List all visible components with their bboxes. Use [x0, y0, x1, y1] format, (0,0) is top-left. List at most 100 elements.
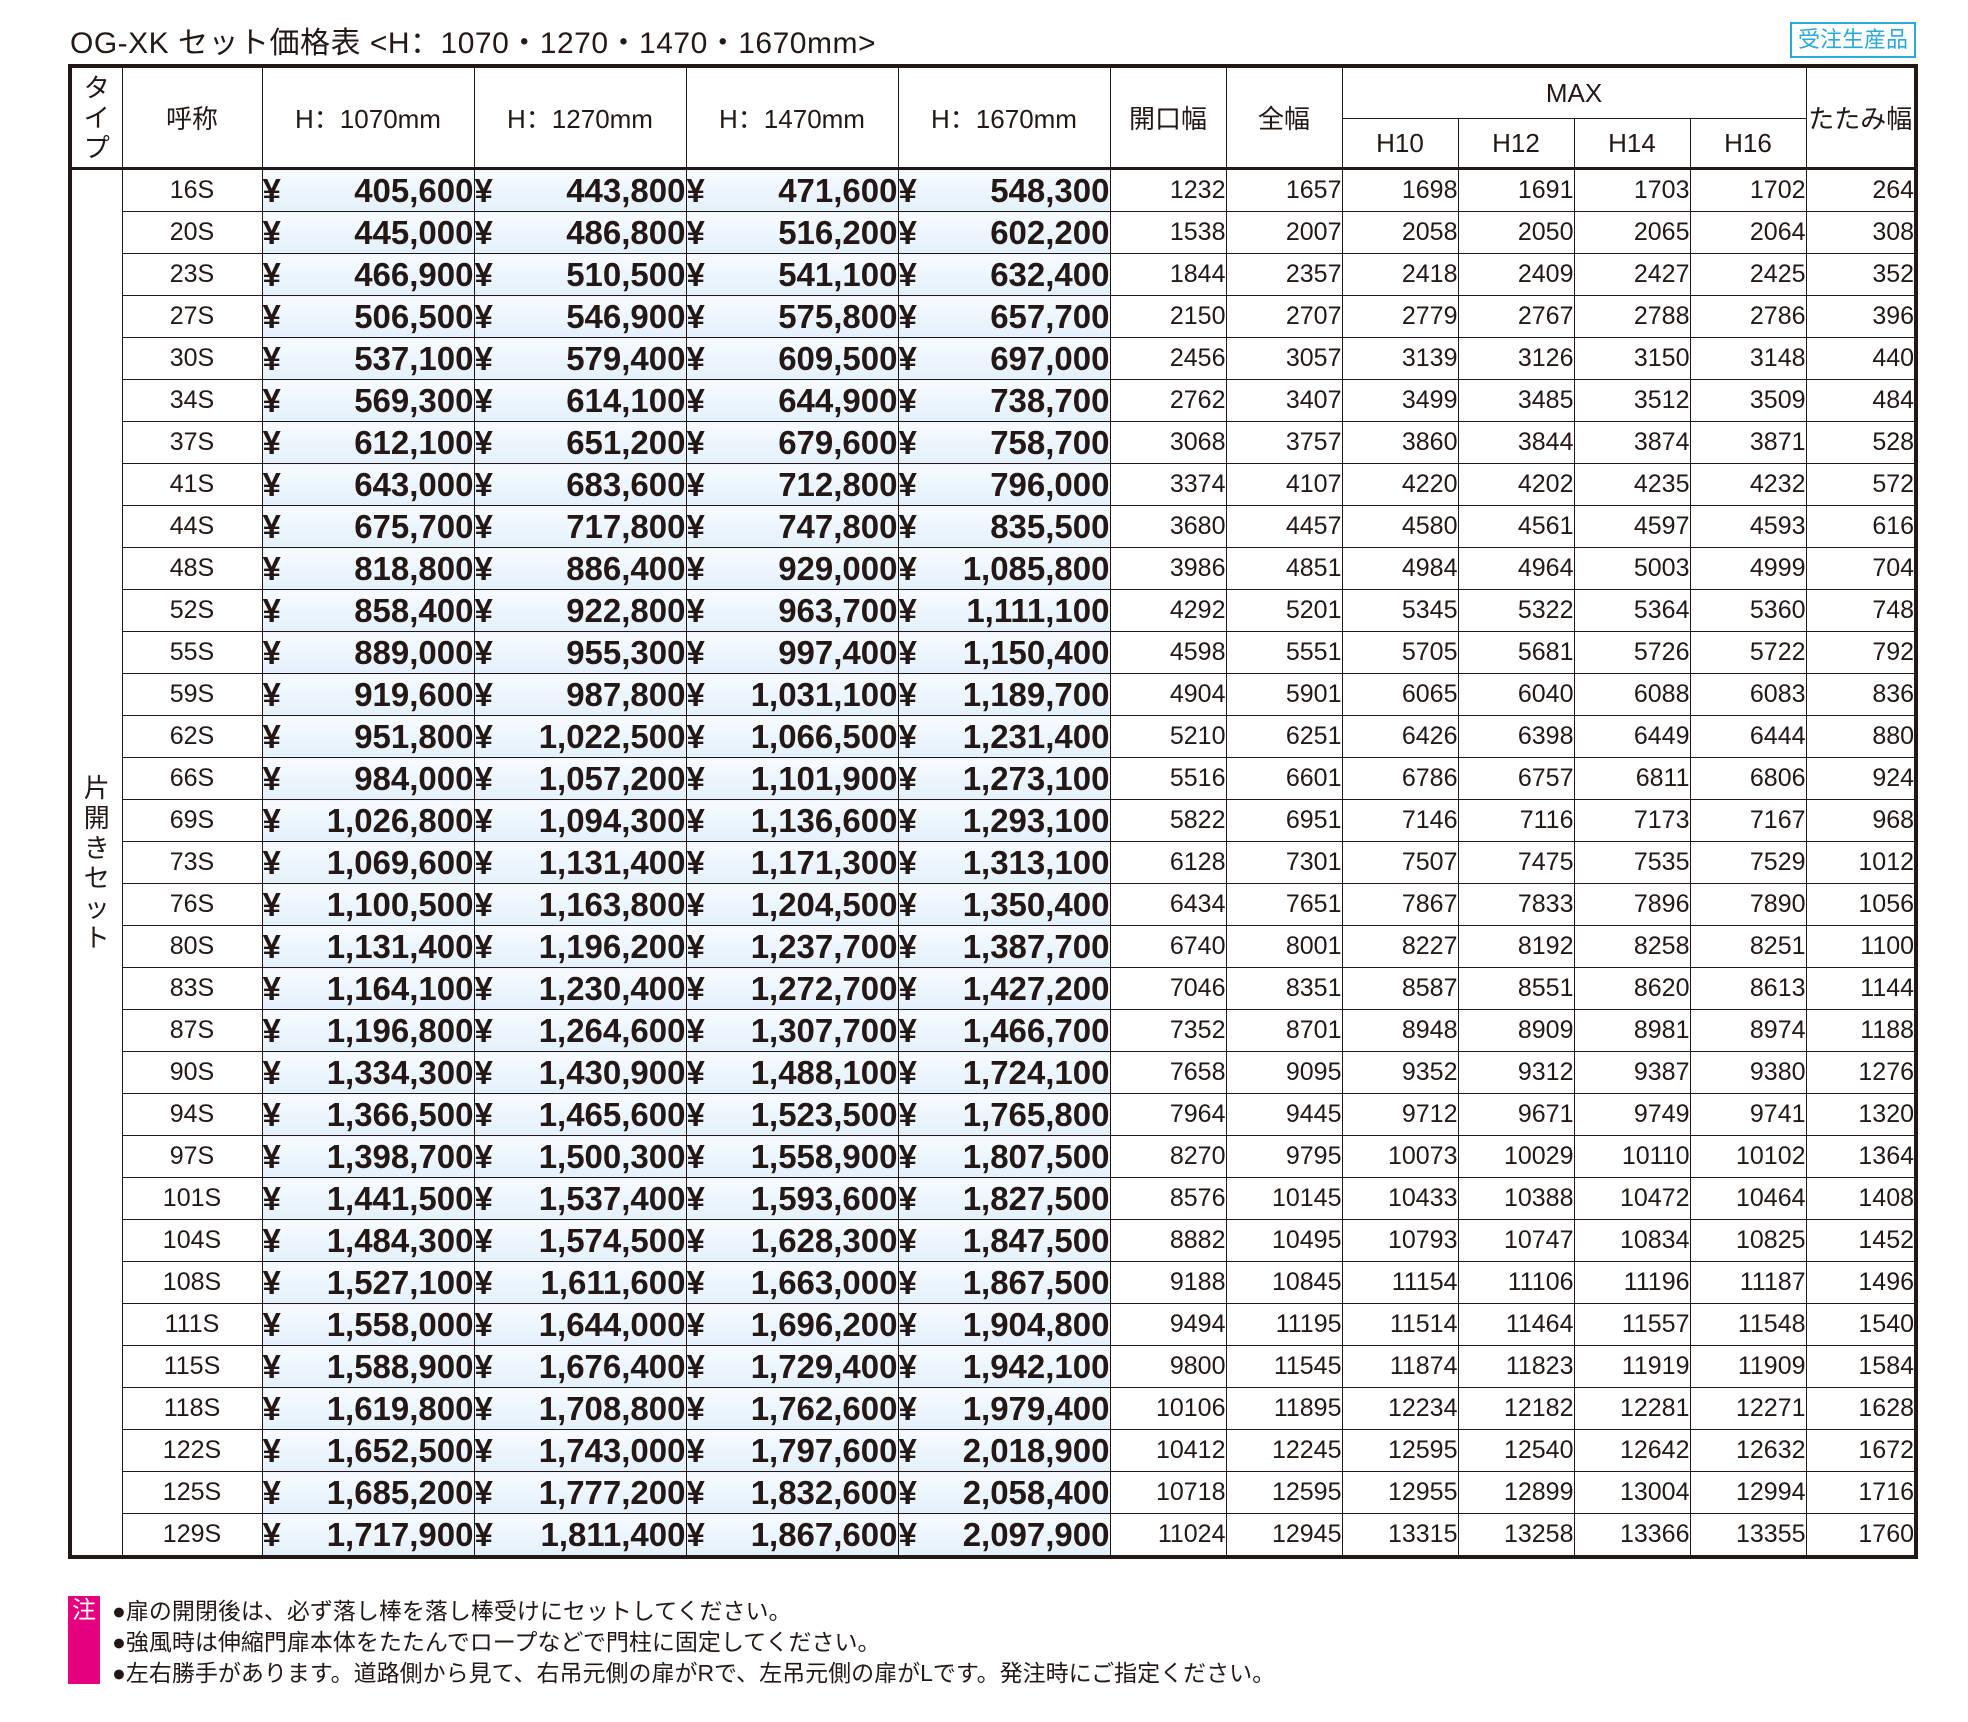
price-value: 1,398,700	[326, 1137, 474, 1175]
price-cell: ¥1,313,100	[897, 841, 1111, 884]
table-row: 66S ¥984,000 ¥1,057,200 ¥1,101,900 ¥1,273,10…	[70, 757, 1917, 800]
max-width-cell: 7535	[1573, 841, 1691, 884]
yen-sign: ¥	[898, 465, 917, 503]
price-cell: ¥1,663,000	[685, 1261, 899, 1304]
price-cell: ¥1,807,500	[897, 1135, 1111, 1178]
price-cell: ¥569,300	[261, 379, 475, 422]
price-value: 1,500,300	[538, 1137, 686, 1175]
price-cell: ¥1,558,900	[685, 1135, 899, 1178]
total-width-cell: 3057	[1225, 337, 1343, 380]
yen-sign: ¥	[898, 171, 917, 209]
total-width-cell: 12245	[1225, 1429, 1343, 1472]
price-value: 835,500	[990, 507, 1110, 545]
model-name: 48S	[121, 547, 263, 590]
max-width-cell: 4964	[1457, 547, 1575, 590]
opening-width-cell: 2762	[1109, 379, 1227, 422]
price-value: 1,189,700	[962, 675, 1110, 713]
fold-width-cell: 264	[1805, 167, 1917, 212]
yen-sign: ¥	[262, 1179, 281, 1217]
price-cell: ¥644,900	[685, 379, 899, 422]
price-value: 510,500	[566, 255, 686, 293]
price-value: 2,097,900	[962, 1515, 1110, 1553]
max-width-cell: 8258	[1573, 925, 1691, 968]
fold-width-cell: 924	[1805, 757, 1917, 800]
table-row: 76S ¥1,100,500 ¥1,163,800 ¥1,204,500 ¥1,350,…	[70, 883, 1917, 926]
total-width-cell: 9795	[1225, 1135, 1343, 1178]
price-value: 579,400	[566, 339, 686, 377]
yen-sign: ¥	[686, 171, 705, 209]
price-cell: ¥579,400	[473, 337, 687, 380]
yen-sign: ¥	[898, 1137, 917, 1175]
total-width-cell: 9095	[1225, 1051, 1343, 1094]
price-cell: ¥1,484,300	[261, 1219, 475, 1262]
price-value: 1,867,600	[750, 1515, 898, 1553]
max-width-cell: 7475	[1457, 841, 1575, 884]
price-cell: ¥1,100,500	[261, 883, 475, 926]
model-name: 118S	[121, 1387, 263, 1430]
price-cell: ¥1,430,900	[473, 1051, 687, 1094]
price-cell: ¥818,800	[261, 547, 475, 590]
price-cell: ¥955,300	[473, 631, 687, 674]
price-value: 569,300	[354, 381, 474, 419]
price-cell: ¥683,600	[473, 463, 687, 506]
max-width-cell: 5722	[1689, 631, 1807, 674]
price-cell: ¥1,619,800	[261, 1387, 475, 1430]
price-value: 1,558,000	[326, 1305, 474, 1343]
price-cell: ¥1,500,300	[473, 1135, 687, 1178]
max-width-cell: 5705	[1341, 631, 1459, 674]
max-width-cell: 7833	[1457, 883, 1575, 926]
max-width-cell: 1702	[1689, 167, 1807, 212]
price-value: 657,700	[990, 297, 1110, 335]
price-table-body: 片開きセット 16S ¥405,600 ¥443,800 ¥471,600 ¥548,30…	[69, 167, 1917, 1558]
price-value: 683,600	[566, 465, 686, 503]
fold-width-cell: 396	[1805, 295, 1917, 338]
yen-sign: ¥	[474, 1347, 493, 1385]
price-cell: ¥2,018,900	[897, 1429, 1111, 1472]
yen-sign: ¥	[898, 381, 917, 419]
max-width-cell: 7167	[1689, 799, 1807, 842]
fold-width-cell: 792	[1805, 631, 1917, 674]
price-value: 471,600	[778, 171, 898, 209]
price-cell: ¥951,800	[261, 715, 475, 758]
price-cell: ¥1,398,700	[261, 1135, 475, 1178]
max-width-cell: 10110	[1573, 1135, 1691, 1178]
max-width-cell: 10433	[1341, 1177, 1459, 1220]
price-cell: ¥1,196,800	[261, 1009, 475, 1052]
price-value: 738,700	[990, 381, 1110, 419]
max-width-cell: 5322	[1457, 589, 1575, 632]
yen-sign: ¥	[898, 507, 917, 545]
h1270-header: H：1270mm	[473, 65, 687, 169]
h1670-header: H：1670mm	[897, 65, 1111, 169]
price-value: 1,979,400	[962, 1389, 1110, 1427]
yen-sign: ¥	[262, 927, 281, 965]
yen-sign: ¥	[686, 1305, 705, 1343]
price-cell: ¥1,163,800	[473, 883, 687, 926]
yen-sign: ¥	[898, 675, 917, 713]
yen-sign: ¥	[474, 255, 493, 293]
price-cell: ¥537,100	[261, 337, 475, 380]
max-width-cell: 4597	[1573, 505, 1691, 548]
price-value: 1,101,900	[750, 759, 898, 797]
total-width-header: 全幅	[1225, 65, 1343, 169]
max-width-cell: 6811	[1573, 757, 1691, 800]
price-value: 1,230,400	[538, 969, 686, 1007]
yen-sign: ¥	[474, 1431, 493, 1469]
price-value: 1,807,500	[962, 1137, 1110, 1175]
price-value: 1,387,700	[962, 927, 1110, 965]
price-value: 1,066,500	[750, 717, 898, 755]
model-name: 101S	[121, 1177, 263, 1220]
yen-sign: ¥	[262, 1053, 281, 1091]
max-width-cell: 12595	[1341, 1429, 1459, 1472]
fold-width-cell: 1188	[1805, 1009, 1917, 1052]
price-cell: ¥1,230,400	[473, 967, 687, 1010]
max-width-cell: 9741	[1689, 1093, 1807, 1136]
max-width-cell: 3126	[1457, 337, 1575, 380]
total-width-cell: 11895	[1225, 1387, 1343, 1430]
table-row: 41S ¥643,000 ¥683,600 ¥712,800 ¥796,000 3374 4…	[70, 463, 1917, 506]
price-value: 1,811,400	[540, 1515, 686, 1553]
yen-sign: ¥	[686, 675, 705, 713]
yen-sign: ¥	[898, 1515, 917, 1553]
price-cell: ¥541,100	[685, 253, 899, 296]
opening-width-cell: 5516	[1109, 757, 1227, 800]
total-width-cell: 4107	[1225, 463, 1343, 506]
